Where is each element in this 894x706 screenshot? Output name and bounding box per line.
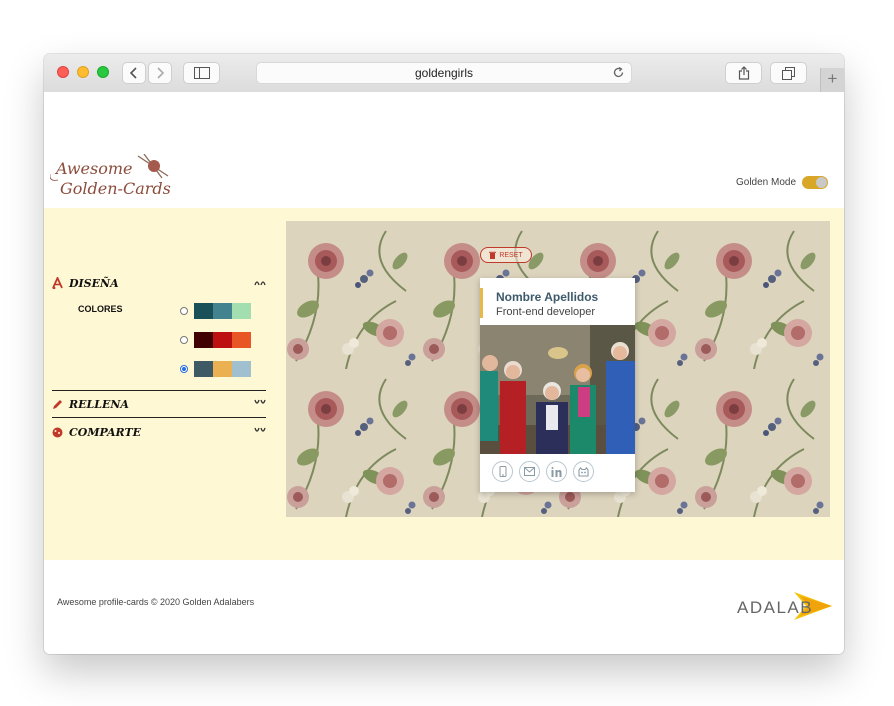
zoom-window-button[interactable] <box>97 66 109 78</box>
chevron-down-icon[interactable] <box>254 398 266 408</box>
address-text: goldengirls <box>414 66 474 80</box>
share-ball-icon <box>52 427 63 437</box>
palette-2-swatch-3 <box>232 332 251 348</box>
panel-divider <box>52 390 266 391</box>
page-footer: Awesome profile-cards © 2020 Golden Adal… <box>44 560 844 654</box>
tabs-overview-button[interactable] <box>770 62 807 84</box>
palette-1-swatch-2 <box>213 303 232 319</box>
linkedin-icon[interactable] <box>546 461 567 482</box>
logo-text-golden-cards: Golden-Cards <box>60 179 171 198</box>
share-icon <box>738 66 749 80</box>
adalab-logo-text: ADALAB <box>737 598 813 617</box>
address-bar[interactable]: goldengirls <box>256 62 632 84</box>
footer-copyright: Awesome profile-cards © 2020 Golden Adal… <box>57 597 255 607</box>
close-window-button[interactable] <box>57 66 69 78</box>
palette-radio-3[interactable] <box>180 365 188 373</box>
golden-mode-label: Golden Mode <box>736 177 797 188</box>
palette-option-3[interactable] <box>180 361 251 377</box>
panel-divider <box>52 417 266 418</box>
chevron-left-icon <box>129 67 137 79</box>
design-panel-header[interactable]: DISEÑA <box>52 274 266 292</box>
palette-option-1[interactable] <box>180 303 251 319</box>
palette-2-swatch-2 <box>213 332 232 348</box>
palette-2-swatch-1 <box>194 332 213 348</box>
phone-icon[interactable] <box>492 461 513 482</box>
share-panel-header[interactable]: COMPARTE <box>52 423 266 441</box>
reset-label: RESET <box>499 251 523 259</box>
card-accent-stripe <box>480 288 483 318</box>
design-icon <box>52 277 63 289</box>
forward-button[interactable] <box>148 62 172 84</box>
sidebar-toggle-button[interactable] <box>183 62 220 84</box>
colors-label: COLORES <box>78 304 123 314</box>
palette-radio-1[interactable] <box>180 307 188 315</box>
design-panel-title: DISEÑA <box>69 276 119 290</box>
palette-radio-2[interactable] <box>180 336 188 344</box>
card-preview: RESET Nombre Apellidos Front-end develop… <box>286 221 830 517</box>
page-header: Awesome Golden-Cards Golden Mode <box>44 92 844 208</box>
chevron-up-icon[interactable] <box>254 277 266 287</box>
toggle-knob <box>816 177 828 188</box>
golden-mode-switch[interactable]: Golden Mode <box>736 176 829 189</box>
email-icon[interactable] <box>519 461 540 482</box>
palette-3-swatch-3 <box>232 361 251 377</box>
reset-button[interactable]: RESET <box>480 247 532 263</box>
back-button[interactable] <box>122 62 146 84</box>
adalab-logo[interactable]: ADALAB <box>736 586 836 626</box>
palette-3-swatch-1 <box>194 361 213 377</box>
fill-panel-title: RELLENA <box>69 397 129 411</box>
palette-1-swatch-1 <box>194 303 213 319</box>
main-section: DISEÑA COLORES RELLENA COMPARTE RESET No… <box>44 208 844 560</box>
card-photo <box>480 325 635 454</box>
browser-toolbar: goldengirls + <box>44 54 844 93</box>
pencil-icon <box>53 399 62 409</box>
reload-icon[interactable] <box>612 66 625 79</box>
github-icon[interactable] <box>573 461 594 482</box>
share-button[interactable] <box>725 62 762 84</box>
sidebar-icon <box>193 67 210 79</box>
profile-card: Nombre Apellidos Front-end developer <box>480 278 635 492</box>
share-panel-title: COMPARTE <box>69 425 142 439</box>
minimize-window-button[interactable] <box>77 66 89 78</box>
chevron-down-icon[interactable] <box>254 426 266 436</box>
chevron-right-icon <box>157 67 165 79</box>
palette-1-swatch-3 <box>232 303 251 319</box>
tabs-icon <box>782 66 795 80</box>
card-social-icons <box>492 461 594 482</box>
trash-icon <box>489 251 497 259</box>
palette-option-2[interactable] <box>180 332 251 348</box>
card-name: Nombre Apellidos <box>496 290 599 304</box>
awesome-golden-cards-logo[interactable]: Awesome Golden-Cards <box>50 154 190 202</box>
fill-panel-header[interactable]: RELLENA <box>52 395 266 413</box>
logo-text-awesome: Awesome <box>54 159 132 178</box>
browser-window: goldengirls + Awesome Golden-Cards Golde… <box>44 54 844 654</box>
card-job: Front-end developer <box>496 306 596 318</box>
palette-3-swatch-2 <box>213 361 232 377</box>
profile-photo-image <box>480 325 635 454</box>
golden-mode-toggle[interactable] <box>802 176 829 189</box>
new-tab-button[interactable]: + <box>820 68 844 92</box>
